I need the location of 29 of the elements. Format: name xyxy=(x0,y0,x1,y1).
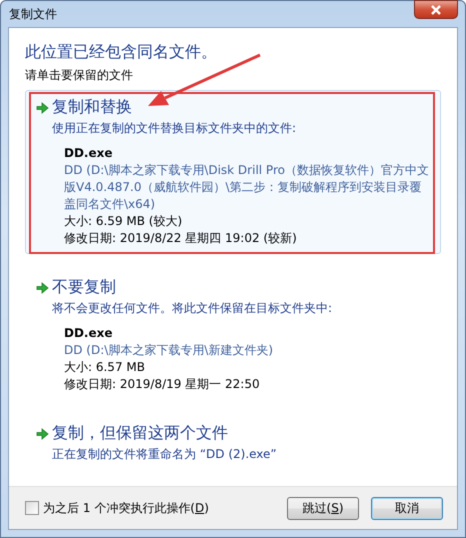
modified-date: 修改日期: 2019/8/22 星期四 19:02 (较新) xyxy=(64,230,298,247)
checkbox[interactable] xyxy=(25,501,39,515)
option-description: 正在复制的文件将重命名为 “DD (2).exe” xyxy=(51,446,278,463)
window-title: 复制文件 xyxy=(8,6,57,22)
file-location: DD (D:\脚本之家下载专用\新建文件夹) xyxy=(64,342,274,359)
instruction-text: 请单击要保留的文件 xyxy=(25,67,134,84)
heading: 此位置已经包含同名文件。 xyxy=(25,42,218,63)
option-title: 不要复制 xyxy=(52,277,116,298)
arrow-icon xyxy=(36,428,49,440)
arrow-icon xyxy=(36,102,49,114)
close-button[interactable] xyxy=(414,0,458,19)
choice-option[interactable]: 不要复制 将不会更改任何文件。将此文件保留在目标文件夹中: DD.exe DD (D:\脚本之家下载专用\新建文件夹) 大小: 6.57 MB 修改日期: 2019/8/19 星期一 22:50 xyxy=(25,270,441,400)
file-location: DD (D:\脚本之家下载专用\Disk Drill Pro（数据恢复软件）官方中文版V4.0.487.0（威航软件园）\第二步：复制破解程序到安装目录覆盖同名文件\x64) xyxy=(64,162,430,213)
file-name: DD.exe xyxy=(64,325,114,342)
choice-option[interactable]: 复制和替换 使用正在复制的文件替换目标文件夹中的文件: DD.exe DD (D:\脚本之家下载专用\Disk Drill Pro（数据恢复软件）官方中文版V4.0.487.0（威航软件园）\第二步：复制破解程序到安装目录覆盖同名文件\x64) 大小: 6.59 MB (较大) 修改日期: 2019/8/22 星期四 19:02 (较新) xyxy=(25,90,441,254)
file-size: 大小: 6.57 MB xyxy=(64,359,146,376)
skip-button[interactable]: 跳过(S) xyxy=(287,496,359,520)
close-icon xyxy=(430,4,442,14)
arrow-icon xyxy=(36,282,49,294)
option-description: 将不会更改任何文件。将此文件保留在目标文件夹中: xyxy=(51,300,334,317)
modified-date: 修改日期: 2019/8/19 星期一 22:50 xyxy=(64,376,261,393)
option-title: 复制和替换 xyxy=(52,97,132,118)
choice-option[interactable]: 复制，但保留这两个文件 正在复制的文件将重命名为 “DD (2).exe” xyxy=(25,416,441,470)
checkbox-label[interactable]: 为之后 1 个冲突执行此操作(D) xyxy=(43,500,209,516)
file-name: DD.exe xyxy=(64,145,114,162)
file-size: 大小: 6.59 MB (较大) xyxy=(64,213,184,230)
option-description: 使用正在复制的文件替换目标文件夹中的文件: xyxy=(51,120,298,137)
option-title: 复制，但保留这两个文件 xyxy=(52,423,228,444)
cancel-button[interactable]: 取消 xyxy=(371,496,443,520)
